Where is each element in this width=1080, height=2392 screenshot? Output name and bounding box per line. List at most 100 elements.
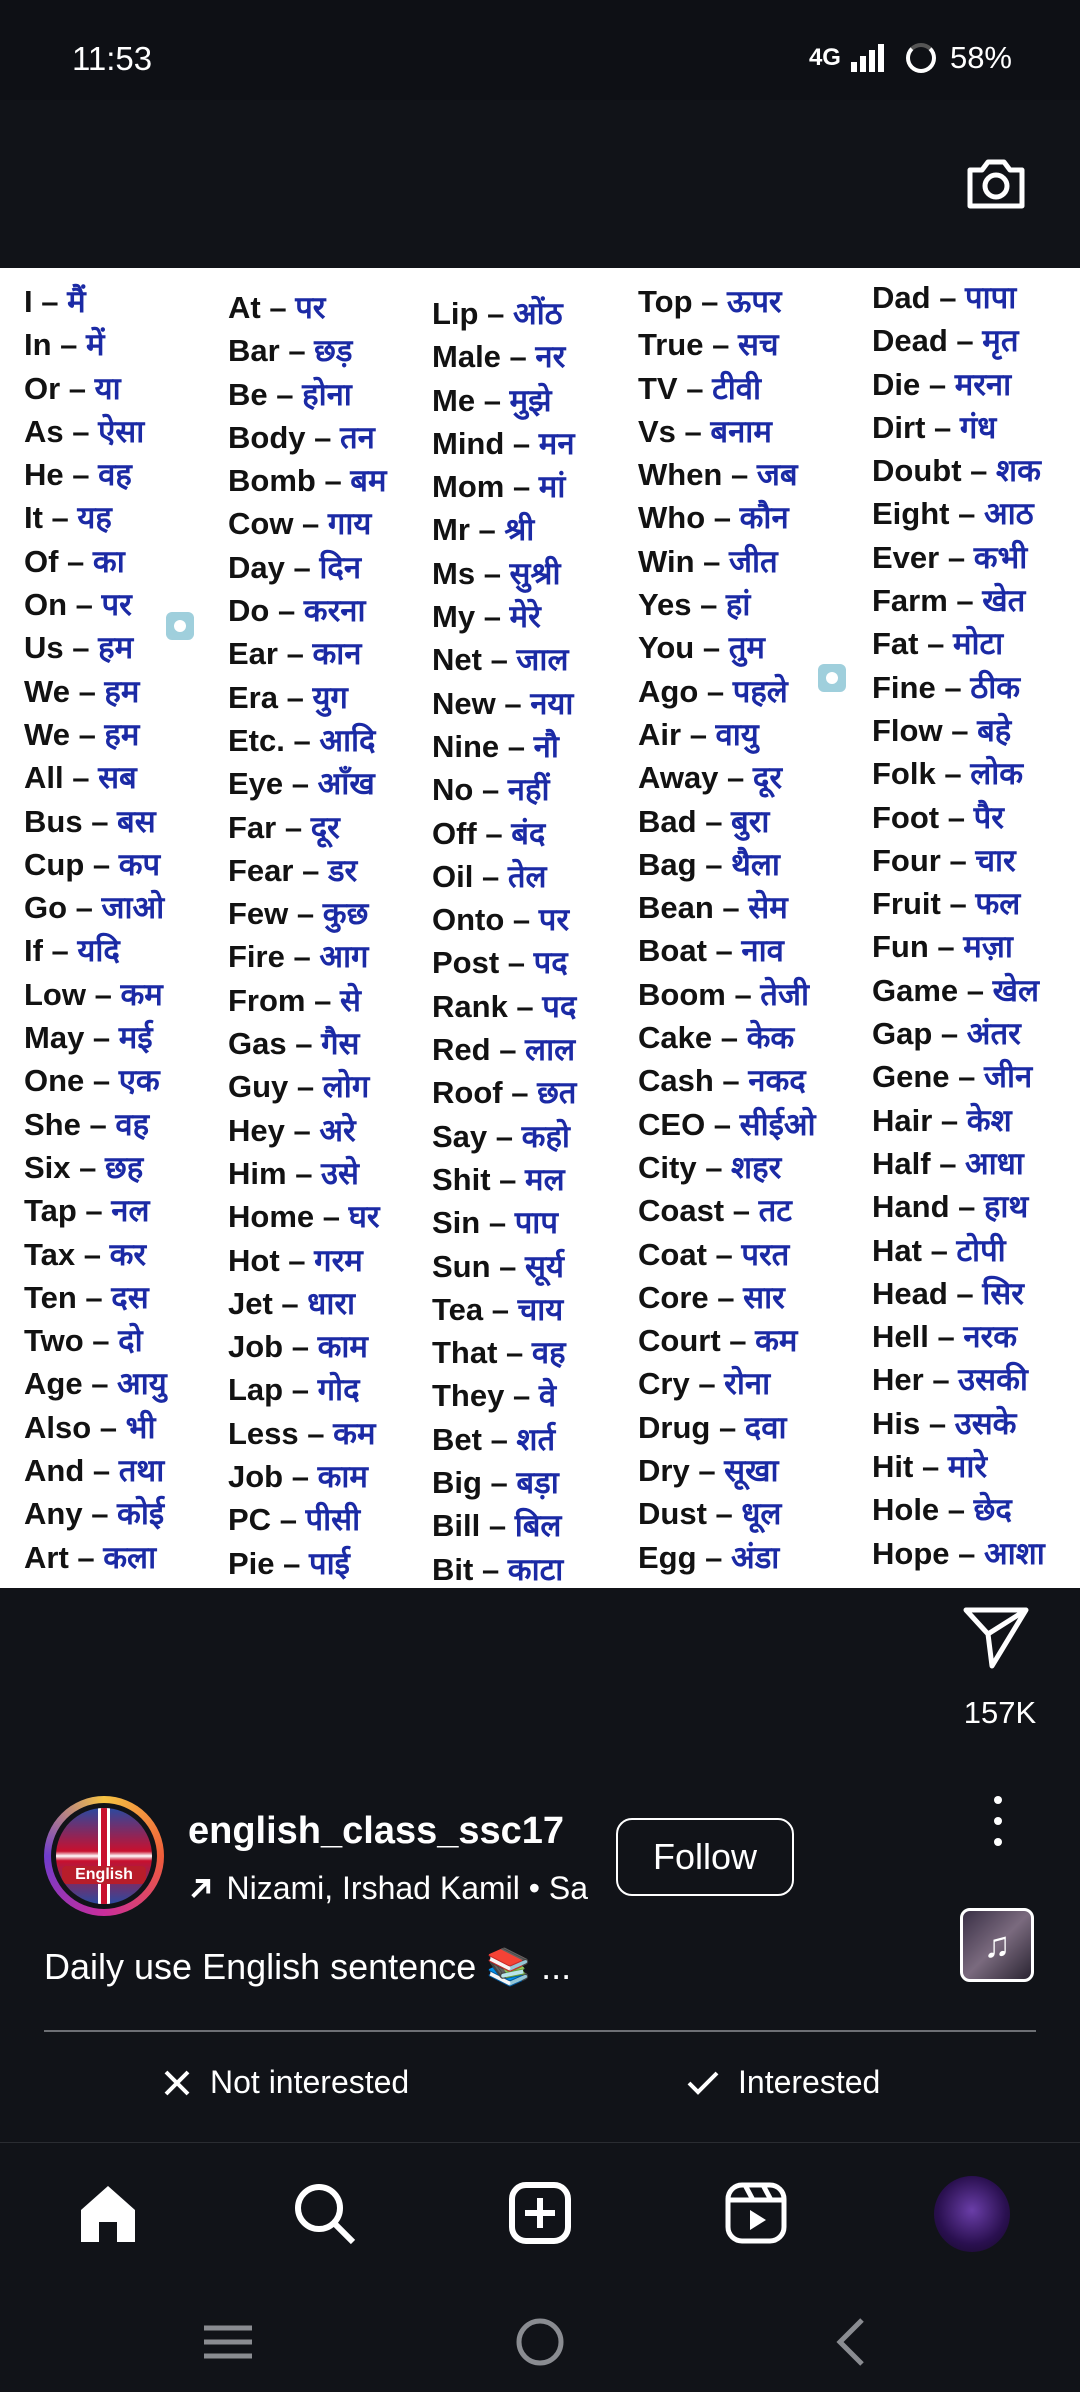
hindi-translation: मल [525,1161,565,1197]
vocab-entry: Less – कम [228,1415,376,1451]
english-word: Bomb [228,463,316,499]
vocab-entry: Bill – बिल [432,1508,562,1544]
vocab-entry: Lip – ओंठ [432,296,563,331]
account-avatar[interactable]: English [44,1796,164,1916]
english-word: New [432,685,496,721]
vocab-entry: Four – चार [872,842,1016,878]
hindi-translation: में [86,327,105,363]
english-word: Coat [638,1236,707,1272]
hindi-translation: बड़ा [516,1465,559,1501]
music-thumbnail[interactable]: ♫ [960,1908,1034,1982]
vocab-column-1: I – मैं In – में Or – या As – ऐसा He – वह It … [24,280,167,1579]
hindi-translation: नया [530,685,574,721]
hindi-translation: आयु [117,1366,167,1402]
interested-button[interactable]: Interested [686,2064,880,2101]
english-word: Ms [432,555,476,591]
hindi-translation: नरक [963,1319,1018,1355]
english-word: Job [228,1329,284,1365]
hindi-translation: शक [996,453,1041,489]
english-word: Foot [872,799,940,835]
english-word: Say [432,1118,488,1154]
vocab-entry: Home – घर [228,1199,380,1235]
nav-profile-avatar[interactable] [934,2176,1010,2252]
divider [44,2030,1036,2032]
hindi-translation: तुम [728,630,765,666]
english-word: Guy [228,1069,289,1105]
english-word: Head [872,1275,948,1311]
english-word: Drug [638,1409,711,1445]
vocab-entry: Him – उसे [228,1155,359,1191]
not-interested-button[interactable]: Not interested [162,2064,409,2101]
hindi-translation: पर [295,290,326,325]
hindi-translation: मज़ा [963,929,1013,965]
english-word: Mom [432,469,505,505]
nav-create[interactable] [500,2173,580,2253]
hindi-translation: बस [117,803,156,839]
nav-reels[interactable] [716,2173,796,2253]
hindi-translation: थैला [731,846,780,882]
english-word: Low [24,976,86,1012]
hindi-translation: सूर्य [525,1248,564,1284]
post-media-image[interactable]: I – मैं In – में Or – या As – ऐसा He – वह It … [0,268,1080,1588]
vocab-entry: No – नहीं [432,772,550,808]
vocab-entry: Go – जाओ [24,890,165,926]
english-word: Etc. [228,722,285,758]
vocab-entry: Flow – बहे [872,712,1012,748]
vocab-entry: Hat – टोपी [872,1232,1006,1268]
recent-apps-button[interactable] [198,2312,258,2372]
back-button[interactable] [820,2312,880,2372]
hindi-translation: नौ [533,728,559,764]
audio-attribution[interactable]: Nizami, Irshad Kamil • Sa [188,1866,588,1910]
english-word: Jet [228,1285,273,1321]
english-word: Dad [872,280,931,315]
hindi-translation: गोद [317,1372,360,1408]
music-note-icon: ♫ [983,1924,1011,1965]
hindi-translation: युग [312,679,348,715]
hindi-translation: यदि [77,933,120,969]
vocab-entry: Bag – थैला [638,846,780,882]
hindi-translation: कहो [521,1118,570,1154]
vocab-entry: Game – खेल [872,972,1040,1008]
camera-icon[interactable] [964,150,1028,219]
follow-button[interactable]: Follow [616,1818,794,1896]
english-word: Big [432,1465,482,1501]
vocab-entry: Rank – पद [432,988,577,1024]
signal-icon [850,44,884,72]
vocab-entry: CEO – सीईओ [638,1106,816,1142]
vocab-entry: In – में [24,327,105,363]
english-word: Hole [872,1492,940,1528]
vocab-entry: Coast – तट [638,1193,792,1229]
vocab-entry: All – सब [24,760,137,796]
share-button[interactable] [960,1600,1040,1680]
more-options-icon[interactable] [988,1796,1008,1846]
vocab-entry: Off – बंद [432,815,546,851]
vocab-entry: Guy – लोग [228,1069,370,1105]
account-username[interactable]: english_class_ssc17 [188,1810,564,1853]
vocab-entry: On – पर [24,587,132,623]
english-word: Body [228,419,306,455]
home-system-button[interactable] [510,2312,570,2372]
nav-home[interactable] [68,2173,148,2253]
english-word: Egg [638,1539,697,1575]
vocab-entry: Mom – मां [432,469,566,505]
vocab-entry: Era – युग [228,679,348,715]
nav-search[interactable] [284,2173,364,2253]
english-word: Bar [228,333,280,369]
vocab-entry: Ago – पहले [638,673,788,709]
vocab-entry: Bet – शर्त [432,1421,556,1457]
english-word: You [638,630,695,666]
interested-label: Interested [738,2064,881,2100]
english-word: Male [432,339,501,375]
audio-text: Nizami, Irshad Kamil • Sa [226,1869,588,1906]
hindi-translation: सार [743,1279,785,1315]
hindi-translation: एक [118,1063,160,1099]
vocab-entry: Ear – कान [228,636,362,672]
vocab-entry: Tap – नल [24,1193,150,1229]
hindi-translation: अरे [319,1112,356,1148]
post-caption[interactable]: Daily use English sentence 📚 ... [44,1946,571,1988]
vocab-entry: Low – कम [24,976,163,1012]
english-word: Top [638,284,693,319]
vocab-entry: Fat – मोटा [872,626,1004,662]
english-word: It [24,500,43,536]
search-icon [295,2184,356,2245]
